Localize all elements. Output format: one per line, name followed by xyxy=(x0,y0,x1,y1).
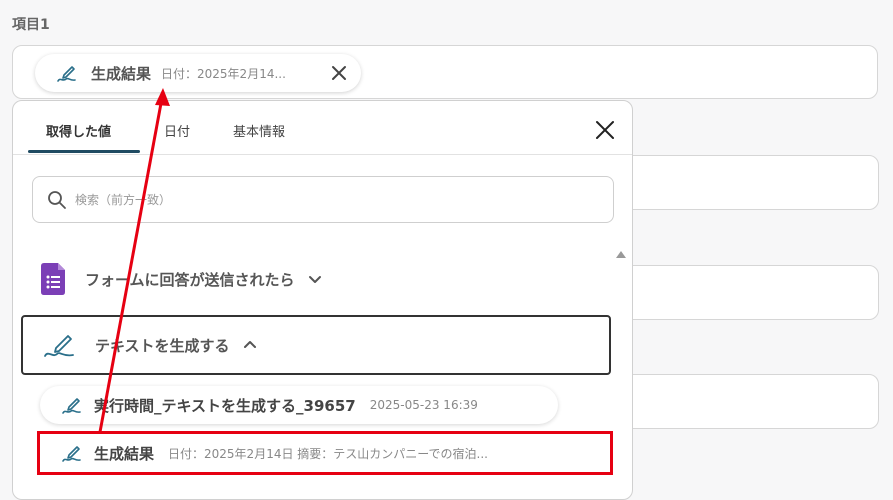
section-title: フォームに回答が送信されたら xyxy=(85,270,295,289)
close-icon[interactable] xyxy=(329,63,349,83)
chip-subtitle: 日付：2025年2月14... xyxy=(161,66,286,81)
search-icon xyxy=(48,190,66,209)
search-input[interactable] xyxy=(73,191,577,208)
active-tab-indicator xyxy=(28,150,140,153)
output-item-execution-time[interactable]: 実行時間_テキストを生成する_39657 2025-05-23 16:39 xyxy=(40,386,558,424)
chip-title: 生成結果 xyxy=(91,64,152,83)
chevron-up-icon[interactable] xyxy=(242,337,258,353)
selected-value-chip[interactable]: 生成結果 日付：2025年2月14... xyxy=(35,54,361,92)
item-title: 実行時間_テキストを生成する_39657 xyxy=(94,396,356,415)
google-forms-icon xyxy=(41,263,65,295)
search-box[interactable] xyxy=(32,176,614,223)
field-label: 項目1 xyxy=(12,17,50,33)
pen-icon xyxy=(57,66,76,82)
tab-acquired-values[interactable]: 取得した値 xyxy=(46,121,111,140)
background-field[interactable] xyxy=(600,374,879,429)
pen-icon xyxy=(62,398,81,414)
background-field[interactable] xyxy=(600,155,879,210)
close-icon[interactable] xyxy=(594,119,616,141)
item-subtitle: 2025-05-23 16:39 xyxy=(369,398,478,412)
background-field[interactable] xyxy=(600,265,879,320)
section-form-trigger[interactable]: フォームに回答が送信されたら xyxy=(21,249,611,309)
pen-icon xyxy=(44,335,74,357)
scroll-up-arrow[interactable] xyxy=(616,251,626,258)
tab-basic-info[interactable]: 基本情報 xyxy=(233,121,285,140)
tab-bar: 取得した値 日付 基本情報 xyxy=(13,101,632,155)
section-title: テキストを生成する xyxy=(95,336,230,355)
section-generate-text[interactable]: テキストを生成する xyxy=(21,315,611,375)
tab-date[interactable]: 日付 xyxy=(164,121,190,140)
chevron-down-icon[interactable] xyxy=(307,271,323,287)
highlight-box xyxy=(37,431,613,475)
